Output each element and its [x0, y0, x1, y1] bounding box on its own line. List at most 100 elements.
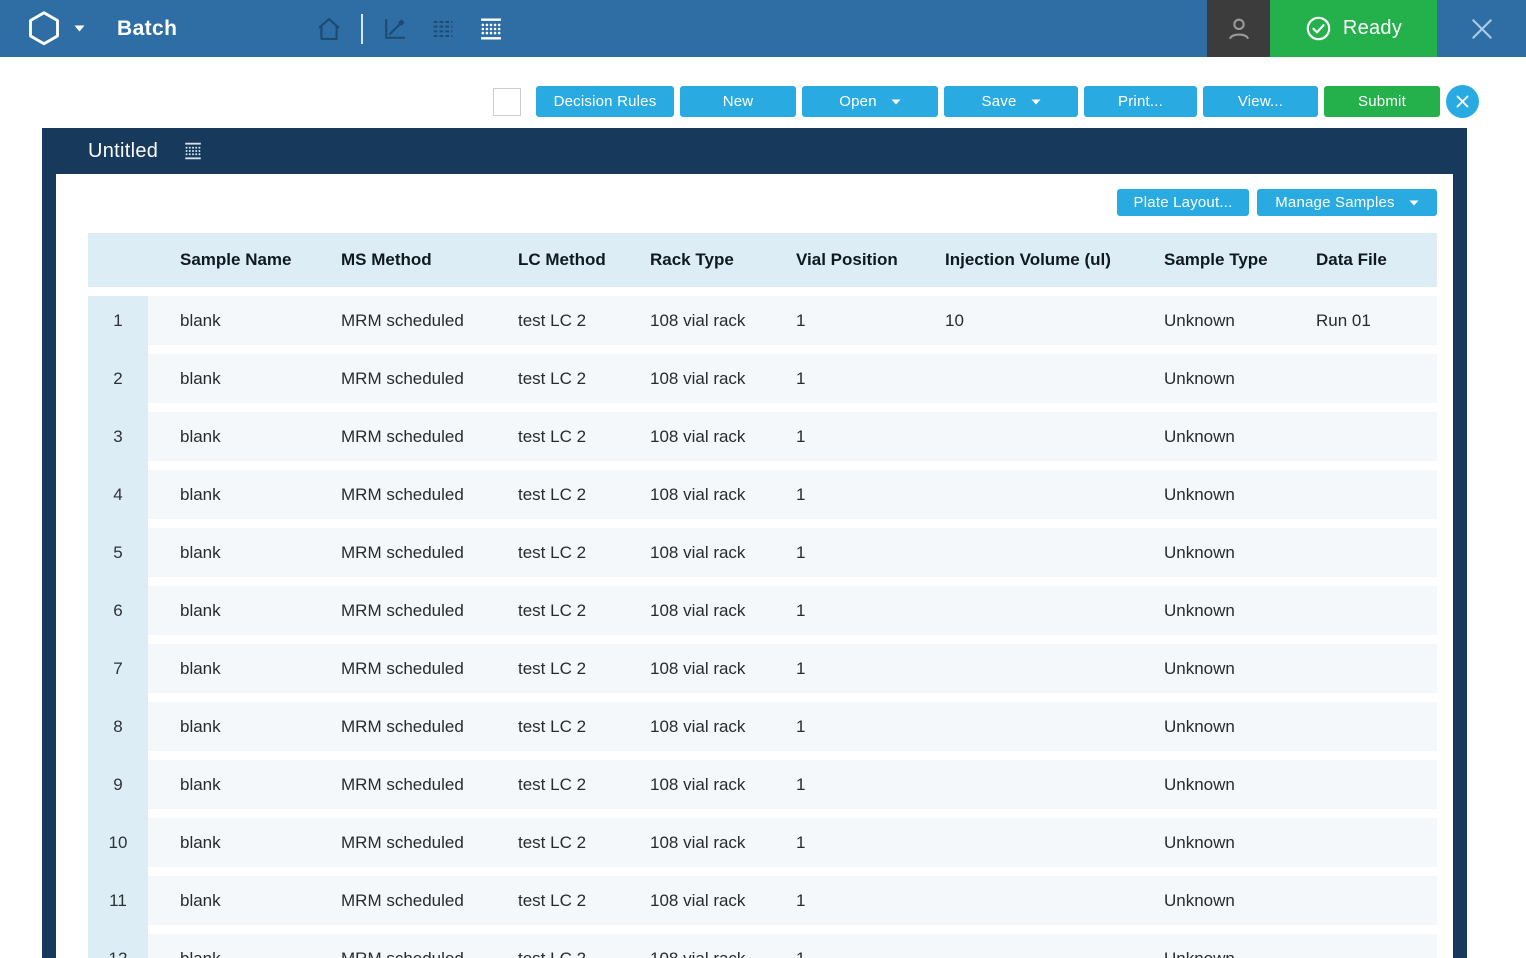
cell-lc-method[interactable]: test LC 2: [486, 586, 618, 635]
cell-lc-method[interactable]: test LC 2: [486, 354, 618, 403]
cell-injection-volume[interactable]: [913, 644, 1132, 693]
cell-injection-volume[interactable]: [913, 354, 1132, 403]
cell-data-file[interactable]: [1284, 934, 1437, 958]
window-close-button[interactable]: [1437, 0, 1526, 57]
cell-rack-type[interactable]: 108 vial rack: [618, 760, 764, 809]
cell-injection-volume[interactable]: 10: [913, 296, 1132, 345]
cell-ms-method[interactable]: MRM scheduled: [309, 354, 486, 403]
table-row[interactable]: 2blankMRM scheduledtest LC 2108 vial rac…: [88, 354, 1437, 403]
cell-sample-name[interactable]: blank: [148, 934, 309, 958]
new-button[interactable]: New: [680, 86, 796, 117]
row-number[interactable]: 8: [88, 702, 148, 751]
app-menu-button[interactable]: [26, 9, 85, 49]
cell-ms-method[interactable]: MRM scheduled: [309, 644, 486, 693]
row-number[interactable]: 11: [88, 876, 148, 925]
cell-lc-method[interactable]: test LC 2: [486, 702, 618, 751]
cell-rack-type[interactable]: 108 vial rack: [618, 470, 764, 519]
column-header[interactable]: Sample Type: [1132, 233, 1284, 287]
row-number[interactable]: 7: [88, 644, 148, 693]
table-row[interactable]: 12blankMRM scheduledtest LC 2108 vial ra…: [88, 934, 1437, 958]
cell-ms-method[interactable]: MRM scheduled: [309, 528, 486, 577]
row-number[interactable]: 3: [88, 412, 148, 461]
cell-vial-position[interactable]: 1: [764, 934, 913, 958]
column-header[interactable]: Rack Type: [618, 233, 764, 287]
table-row[interactable]: 3blankMRM scheduledtest LC 2108 vial rac…: [88, 412, 1437, 461]
cell-sample-type[interactable]: Unknown: [1132, 934, 1284, 958]
cell-sample-name[interactable]: blank: [148, 876, 309, 925]
row-number[interactable]: 4: [88, 470, 148, 519]
status-ready-button[interactable]: Ready: [1270, 0, 1437, 57]
cell-sample-name[interactable]: blank: [148, 702, 309, 751]
cell-sample-name[interactable]: blank: [148, 296, 309, 345]
table-row[interactable]: 4blankMRM scheduledtest LC 2108 vial rac…: [88, 470, 1437, 519]
batch-checkbox[interactable]: [493, 88, 521, 116]
row-number[interactable]: 6: [88, 586, 148, 635]
cell-sample-name[interactable]: blank: [148, 412, 309, 461]
batch-grid-icon[interactable]: [476, 14, 506, 44]
cell-injection-volume[interactable]: [913, 586, 1132, 635]
submit-button[interactable]: Submit: [1324, 86, 1440, 117]
cell-rack-type[interactable]: 108 vial rack: [618, 644, 764, 693]
cell-injection-volume[interactable]: [913, 702, 1132, 751]
cell-rack-type[interactable]: 108 vial rack: [618, 528, 764, 577]
cell-ms-method[interactable]: MRM scheduled: [309, 296, 486, 345]
cell-injection-volume[interactable]: [913, 876, 1132, 925]
cell-sample-name[interactable]: blank: [148, 818, 309, 867]
queue-icon[interactable]: [428, 14, 458, 44]
table-row[interactable]: 8blankMRM scheduledtest LC 2108 vial rac…: [88, 702, 1437, 751]
cell-injection-volume[interactable]: [913, 818, 1132, 867]
column-header[interactable]: MS Method: [309, 233, 486, 287]
cell-injection-volume[interactable]: [913, 412, 1132, 461]
cell-lc-method[interactable]: test LC 2: [486, 934, 618, 958]
toolbar-close-button[interactable]: [1446, 85, 1479, 118]
cell-rack-type[interactable]: 108 vial rack: [618, 412, 764, 461]
cell-data-file[interactable]: [1284, 354, 1437, 403]
cell-ms-method[interactable]: MRM scheduled: [309, 760, 486, 809]
cell-rack-type[interactable]: 108 vial rack: [618, 296, 764, 345]
cell-vial-position[interactable]: 1: [764, 818, 913, 867]
cell-data-file[interactable]: [1284, 760, 1437, 809]
cell-sample-type[interactable]: Unknown: [1132, 876, 1284, 925]
row-number[interactable]: 1: [88, 296, 148, 345]
cell-data-file[interactable]: [1284, 876, 1437, 925]
row-number[interactable]: 2: [88, 354, 148, 403]
cell-data-file[interactable]: [1284, 412, 1437, 461]
plate-layout-button[interactable]: Plate Layout...: [1117, 189, 1249, 216]
cell-sample-name[interactable]: blank: [148, 354, 309, 403]
cell-sample-type[interactable]: Unknown: [1132, 702, 1284, 751]
cell-sample-type[interactable]: Unknown: [1132, 296, 1284, 345]
cell-vial-position[interactable]: 1: [764, 354, 913, 403]
cell-data-file[interactable]: [1284, 702, 1437, 751]
open-button[interactable]: Open: [802, 86, 938, 117]
cell-lc-method[interactable]: test LC 2: [486, 818, 618, 867]
cell-rack-type[interactable]: 108 vial rack: [618, 702, 764, 751]
print-button[interactable]: Print...: [1084, 86, 1197, 117]
cell-sample-name[interactable]: blank: [148, 470, 309, 519]
cell-data-file[interactable]: [1284, 528, 1437, 577]
row-number[interactable]: 10: [88, 818, 148, 867]
manage-samples-button[interactable]: Manage Samples: [1257, 189, 1437, 216]
cell-sample-name[interactable]: blank: [148, 586, 309, 635]
cell-rack-type[interactable]: 108 vial rack: [618, 818, 764, 867]
cell-ms-method[interactable]: MRM scheduled: [309, 470, 486, 519]
cell-sample-type[interactable]: Unknown: [1132, 412, 1284, 461]
table-row[interactable]: 6blankMRM scheduledtest LC 2108 vial rac…: [88, 586, 1437, 635]
cell-injection-volume[interactable]: [913, 934, 1132, 958]
row-number[interactable]: 12: [88, 934, 148, 958]
cell-rack-type[interactable]: 108 vial rack: [618, 934, 764, 958]
cell-ms-method[interactable]: MRM scheduled: [309, 412, 486, 461]
decision-rules-button[interactable]: Decision Rules: [536, 86, 674, 117]
cell-data-file[interactable]: Run 01: [1284, 296, 1437, 345]
table-row[interactable]: 7blankMRM scheduledtest LC 2108 vial rac…: [88, 644, 1437, 693]
cell-vial-position[interactable]: 1: [764, 296, 913, 345]
cell-rack-type[interactable]: 108 vial rack: [618, 586, 764, 635]
cell-ms-method[interactable]: MRM scheduled: [309, 934, 486, 958]
column-header[interactable]: Injection Volume (ul): [913, 233, 1132, 287]
cell-lc-method[interactable]: test LC 2: [486, 528, 618, 577]
cell-injection-volume[interactable]: [913, 760, 1132, 809]
cell-vial-position[interactable]: 1: [764, 760, 913, 809]
cell-lc-method[interactable]: test LC 2: [486, 876, 618, 925]
cell-sample-type[interactable]: Unknown: [1132, 818, 1284, 867]
cell-injection-volume[interactable]: [913, 470, 1132, 519]
cell-lc-method[interactable]: test LC 2: [486, 470, 618, 519]
